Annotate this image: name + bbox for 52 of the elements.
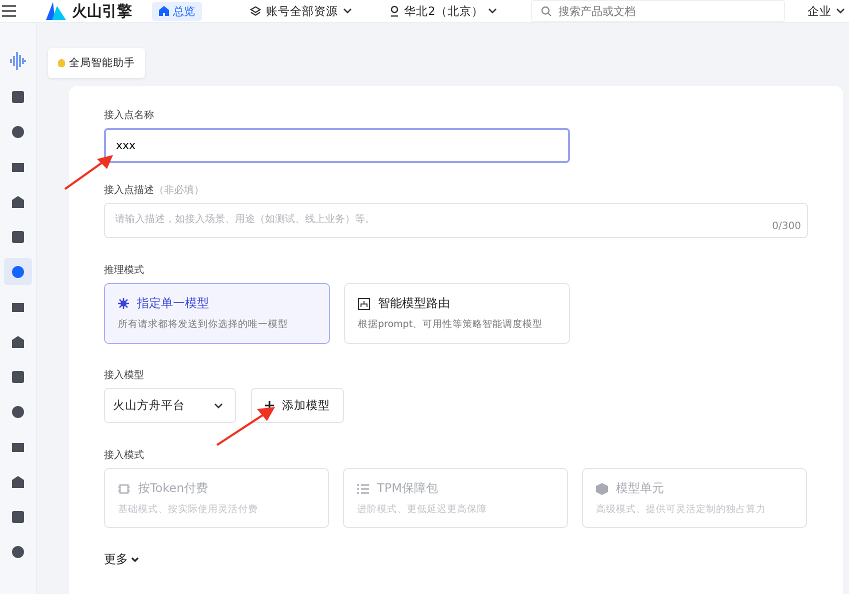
field-label: 接入点描述: [104, 185, 154, 196]
inference-mode-option[interactable]: 智能模型路由 根据prompt、可用性等策略智能调度模型: [344, 283, 570, 344]
plus-icon: [265, 401, 274, 410]
chevron-down-icon: [214, 402, 223, 408]
sidebar-item[interactable]: [4, 258, 32, 285]
list-icon: [357, 482, 369, 494]
nav-icon: [11, 370, 25, 384]
nav-icon: [11, 124, 25, 138]
nav-icon: [11, 404, 25, 418]
snowflake-icon: [118, 298, 129, 309]
search-field[interactable]: 搜索产品或文档: [531, 0, 786, 22]
name-input[interactable]: xxx: [104, 128, 570, 163]
account-dropdown[interactable]: 账号全部资源: [250, 4, 352, 18]
nav-icon: [11, 510, 25, 524]
nav-icon: [11, 334, 25, 348]
nav-icon: [11, 474, 25, 488]
search-icon: [541, 6, 552, 17]
nav-icon: [11, 230, 25, 244]
cube-icon: [596, 482, 608, 494]
region-dropdown[interactable]: 华北2（北京）: [390, 4, 498, 18]
nav-icon: [11, 544, 25, 558]
platform-select[interactable]: 火山方舟平台: [104, 388, 236, 423]
home-icon: [159, 6, 169, 16]
field-label: 接入模型: [104, 368, 145, 382]
optional-hint: （非必填）: [154, 185, 204, 196]
nav-icon: [11, 194, 25, 208]
nav-icon: [11, 90, 25, 104]
home-tab[interactable]: 总览: [152, 2, 202, 20]
field-label: 接入模式: [104, 448, 145, 462]
chevron-down-icon: [131, 556, 139, 562]
field-label: 接入点名称: [104, 108, 155, 122]
nav-icon: [11, 264, 25, 278]
layers-icon: [250, 6, 261, 16]
chevron-down-icon: [343, 8, 352, 14]
description-textarea[interactable]: 请输入描述，如接入场景、用途（如测试、线上业务）等。 0/300: [104, 203, 808, 238]
brand-name: 火山引擎: [72, 2, 132, 20]
field-label: 推理模式: [104, 264, 145, 277]
assistant-chip[interactable]: 全局智能助手: [48, 48, 145, 78]
menu-icon[interactable]: [2, 5, 16, 17]
chevron-down-icon: [836, 8, 846, 14]
chevron-down-icon: [488, 8, 498, 14]
org-dropdown[interactable]: 企业: [807, 4, 846, 18]
mountain-logo-icon: [46, 2, 66, 20]
bulb-icon: [58, 59, 65, 67]
chip-icon: [118, 482, 130, 494]
inference-mode-option[interactable]: 指定单一模型 所有请求都将发送到你选择的唯一模型: [104, 283, 330, 344]
char-counter: 0/300: [772, 221, 801, 232]
voice-wave-icon[interactable]: [10, 51, 26, 71]
location-pin-icon: [390, 5, 399, 17]
more-toggle[interactable]: 更多: [104, 551, 139, 568]
add-model-button[interactable]: 添加模型: [251, 388, 344, 423]
hierarchy-icon: [358, 298, 370, 310]
